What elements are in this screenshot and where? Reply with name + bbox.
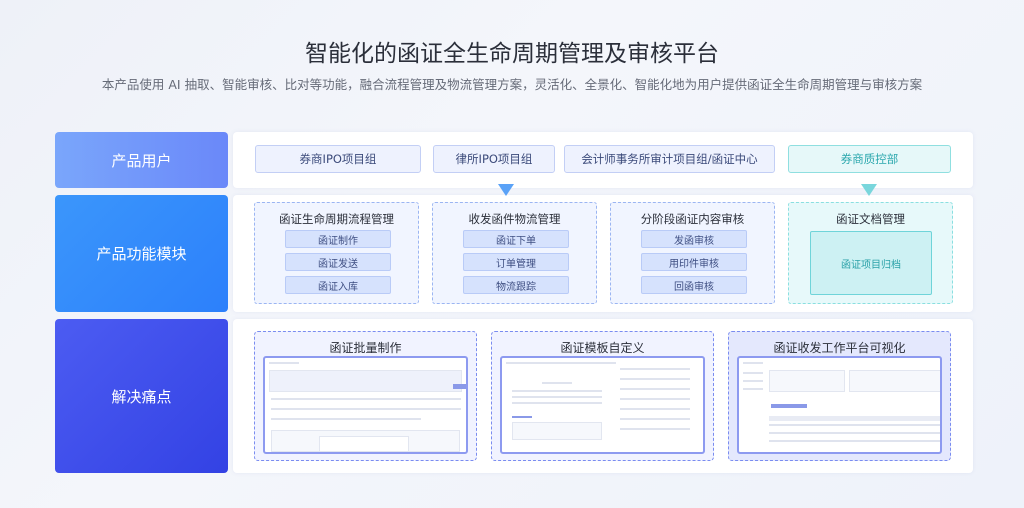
solution-title: 函证批量制作: [329, 341, 402, 355]
arrow-down-icon: [498, 184, 514, 196]
solution-template-custom: 函证模板自定义: [491, 331, 714, 461]
user-accounting-firm[interactable]: 会计师事务所审计项目组/函证中心: [564, 145, 775, 173]
module-title: 函证生命周期流程管理: [279, 212, 394, 226]
module-item[interactable]: 函证下单: [463, 230, 569, 248]
module-item[interactable]: 用印件审核: [641, 253, 747, 271]
page-title: 智能化的函证全生命周期管理及审核平台: [305, 41, 719, 67]
module-title: 函证文档管理: [836, 212, 905, 226]
screenshot-preview: [737, 356, 942, 454]
module-logistics: 收发函件物流管理 函证下单 订单管理 物流跟踪: [432, 202, 597, 304]
solution-batch-creation: 函证批量制作: [254, 331, 477, 461]
solution-title: 函证收发工作平台可视化: [773, 341, 906, 355]
screenshot-preview: [500, 356, 705, 454]
row-label-solutions: 解决痛点: [55, 319, 228, 473]
row-label-modules: 产品功能模块: [55, 195, 228, 312]
module-item[interactable]: 函证项目归档: [810, 231, 932, 295]
user-law-firm-ipo[interactable]: 律所IPO项目组: [433, 145, 555, 173]
solution-title: 函证模板自定义: [560, 341, 645, 355]
module-documents: 函证文档管理 函证项目归档: [788, 202, 953, 304]
module-item[interactable]: 物流跟踪: [463, 276, 569, 294]
module-item[interactable]: 函证入库: [285, 276, 391, 294]
solution-visual-workbench: 函证收发工作平台可视化: [728, 331, 951, 461]
module-lifecycle: 函证生命周期流程管理 函证制作 函证发送 函证入库: [254, 202, 419, 304]
user-quality-control[interactable]: 券商质控部: [788, 145, 951, 173]
module-item[interactable]: 发函审核: [641, 230, 747, 248]
module-item[interactable]: 订单管理: [463, 253, 569, 271]
row-label-users: 产品用户: [55, 132, 228, 188]
module-title: 分阶段函证内容审核: [640, 212, 745, 226]
module-item[interactable]: 回函审核: [641, 276, 747, 294]
arrow-down-icon: [861, 184, 877, 196]
module-title: 收发函件物流管理: [468, 212, 561, 226]
module-item[interactable]: 函证制作: [285, 230, 391, 248]
screenshot-preview: [263, 356, 468, 454]
page-subtitle: 本产品使用 AI 抽取、智能审核、比对等功能，融合流程管理及物流管理方案，灵活化…: [101, 77, 923, 92]
module-review: 分阶段函证内容审核 发函审核 用印件审核 回函审核: [610, 202, 775, 304]
module-item[interactable]: 函证发送: [285, 253, 391, 271]
user-securities-ipo[interactable]: 券商IPO项目组: [255, 145, 421, 173]
